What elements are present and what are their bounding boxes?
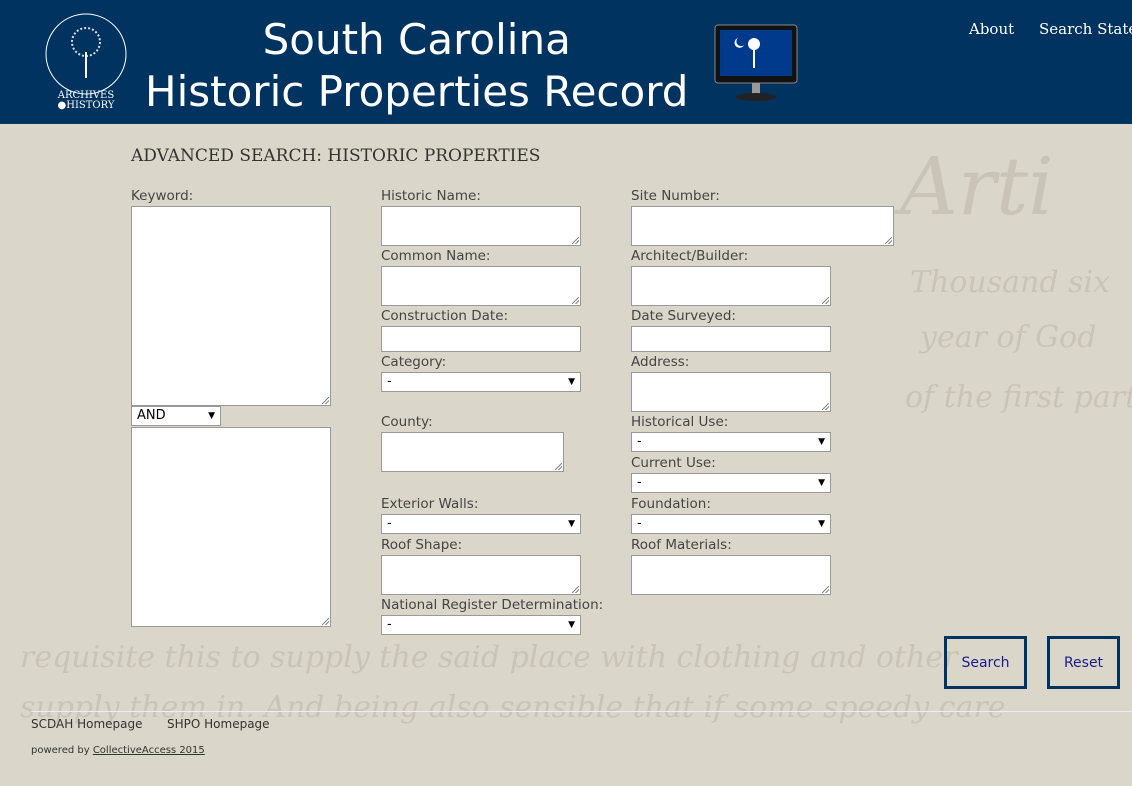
historic-name-input[interactable] xyxy=(381,206,581,246)
page-title: ADVANCED SEARCH: HISTORIC PROPERTIES xyxy=(131,146,541,166)
svg-text:●HISTORY: ●HISTORY xyxy=(58,100,115,111)
construction-date-input[interactable] xyxy=(381,326,581,352)
nrd-select[interactable]: - xyxy=(381,615,581,635)
date-surveyed-label: Date Surveyed: xyxy=(631,308,736,324)
historical-use-select[interactable]: - xyxy=(631,432,831,452)
powered-by: powered by CollectiveAccess 2015 xyxy=(31,745,205,756)
keyword-label: Keyword: xyxy=(131,188,194,204)
historic-name-label: Historic Name: xyxy=(381,188,481,204)
reset-button[interactable]: Reset xyxy=(1047,636,1120,689)
nav-search-statewide[interactable]: Search Statewi xyxy=(1039,20,1132,38)
county-label: County: xyxy=(381,414,433,430)
site-header: ARCHIVES ●HISTORY South Carolina Histori… xyxy=(0,0,1132,124)
nav-about[interactable]: About xyxy=(969,20,1014,38)
current-use-select[interactable]: - xyxy=(631,473,831,493)
nrd-label: National Register Determination: xyxy=(381,597,604,613)
site-number-input[interactable] xyxy=(631,206,894,246)
date-surveyed-input[interactable] xyxy=(631,326,831,352)
background-script: Arti xyxy=(900,140,1054,233)
title-line1: South Carolina xyxy=(262,15,571,64)
category-label: Category: xyxy=(381,354,447,370)
address-label: Address: xyxy=(631,354,690,370)
roof-shape-input[interactable] xyxy=(381,555,581,595)
search-button[interactable]: Search xyxy=(944,636,1027,689)
powered-by-text: powered by xyxy=(31,745,90,756)
foundation-select[interactable]: - xyxy=(631,514,831,534)
title-line2: Historic Properties Record xyxy=(145,67,689,116)
footer-divider xyxy=(31,711,1132,712)
category-select[interactable]: - xyxy=(381,372,581,392)
background-script: requisite this to supply the said place … xyxy=(20,640,958,675)
exterior-walls-select[interactable]: - xyxy=(381,514,581,534)
scdah-seal-logo: ARCHIVES ●HISTORY xyxy=(45,13,127,111)
address-input[interactable] xyxy=(631,372,831,412)
keyword-textarea-2[interactable] xyxy=(131,427,331,627)
foundation-label: Foundation: xyxy=(631,496,711,512)
construction-date-label: Construction Date: xyxy=(381,308,509,324)
site-title[interactable]: South Carolina Historic Properties Recor… xyxy=(145,14,688,118)
historical-use-label: Historical Use: xyxy=(631,414,729,430)
current-use-label: Current Use: xyxy=(631,455,716,471)
county-input[interactable] xyxy=(381,432,564,472)
roof-materials-label: Roof Materials: xyxy=(631,537,732,553)
common-name-label: Common Name: xyxy=(381,248,491,264)
architect-label: Architect/Builder: xyxy=(631,248,749,264)
common-name-input[interactable] xyxy=(381,266,581,306)
site-number-label: Site Number: xyxy=(631,188,720,204)
background-script: of the first part xyxy=(905,380,1132,415)
keyword-textarea-1[interactable] xyxy=(131,206,331,406)
monitor-flag-icon xyxy=(714,24,798,101)
roof-materials-input[interactable] xyxy=(631,555,831,595)
scdah-homepage-link[interactable]: SCDAH Homepage xyxy=(31,717,142,731)
roof-shape-label: Roof Shape: xyxy=(381,537,463,553)
background-script: year of God xyxy=(920,320,1097,355)
exterior-walls-label: Exterior Walls: xyxy=(381,496,479,512)
shpo-homepage-link[interactable]: SHPO Homepage xyxy=(167,717,270,731)
architect-input[interactable] xyxy=(631,266,831,306)
collectiveaccess-link[interactable]: CollectiveAccess 2015 xyxy=(93,745,205,756)
boolean-operator-select[interactable]: AND xyxy=(131,406,221,426)
background-script: Thousand six xyxy=(910,265,1110,300)
